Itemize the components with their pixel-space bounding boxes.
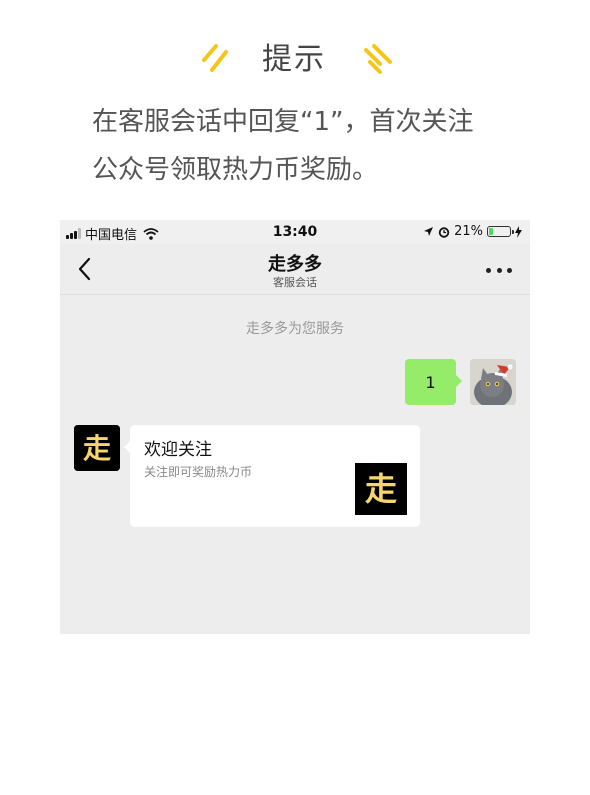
tip-instructions: 在客服会话中回复“1”，首次关注 公众号领取热力币奖励。 <box>92 98 522 194</box>
battery-level <box>489 228 493 235</box>
phone-screenshot: 中国电信 13:40 21% 走多多 客服会话 走多多为您服务 1 走 欢迎关注… <box>60 220 530 634</box>
zouduoduo-logo-icon: 走 <box>355 463 407 515</box>
card-description: 关注即可奖励热力币 <box>144 465 253 479</box>
chat-nav-bar: 走多多 客服会话 <box>60 244 530 295</box>
my-message-text: 1 <box>425 372 436 392</box>
my-message-bubble[interactable]: 1 <box>405 359 462 405</box>
sparkle-lines-icon <box>364 44 392 74</box>
more-dots-icon[interactable] <box>486 260 512 280</box>
avatar[interactable] <box>470 359 516 405</box>
tip-header: 提示 <box>0 36 590 84</box>
alarm-icon <box>438 226 450 238</box>
card-title: 欢迎关注 <box>144 440 212 460</box>
tip-title: 提示 <box>262 42 326 77</box>
battery-icon <box>487 226 514 237</box>
official-account-avatar[interactable]: 走 <box>74 425 120 471</box>
card-logo-glyph: 走 <box>365 470 397 508</box>
chat-title: 走多多 <box>268 254 322 275</box>
location-icon <box>424 227 434 236</box>
cat-avatar-icon <box>470 359 516 405</box>
tip-line-2: 公众号领取热力币奖励。 <box>92 155 379 185</box>
battery-percent: 21% <box>454 224 483 239</box>
welcome-card[interactable]: 欢迎关注 关注即可奖励热力币 走 <box>124 425 420 527</box>
chat-subtitle: 客服会话 <box>273 276 317 289</box>
charging-icon <box>515 225 522 238</box>
system-message: 走多多为您服务 <box>246 321 344 337</box>
tip-line-1: 在客服会话中回复“1”，首次关注 <box>92 107 474 137</box>
zouduoduo-logo-icon: 走 <box>74 425 120 471</box>
status-bar: 中国电信 13:40 21% <box>60 220 530 244</box>
sparkle-lines-icon <box>202 44 228 72</box>
card-thumbnail: 走 <box>355 463 407 515</box>
oa-logo-glyph: 走 <box>83 432 111 465</box>
